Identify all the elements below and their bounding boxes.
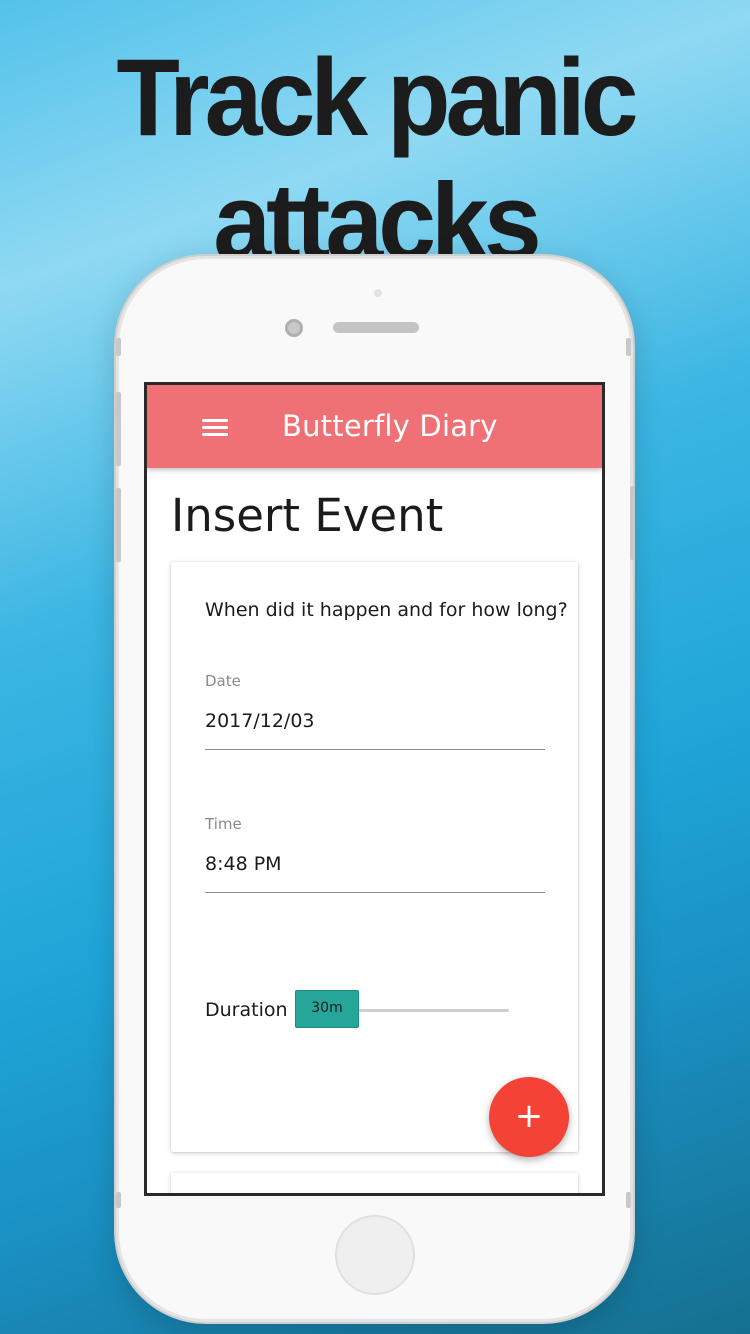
power-button-top [626, 338, 631, 356]
frame-notch-left [116, 1192, 121, 1208]
hamburger-menu-icon[interactable] [202, 419, 228, 437]
home-button[interactable] [335, 1215, 415, 1295]
time-label: Time [205, 815, 242, 833]
app-viewport: Butterfly Diary Insert Event When did it… [147, 385, 602, 1193]
earpiece-speaker [333, 322, 419, 333]
date-label: Date [205, 672, 241, 690]
event-form-card: When did it happen and for how long? Dat… [171, 562, 578, 1152]
sensor-dot [374, 289, 382, 297]
mute-switch [116, 338, 121, 356]
front-camera [285, 319, 303, 337]
time-field[interactable]: 8:48 PM [205, 851, 545, 893]
promo-headline: Track panic attacks [116, 37, 638, 284]
app-title: Butterfly Diary [282, 409, 498, 443]
frame-notch-right [626, 1192, 631, 1208]
duration-slider-thumb[interactable]: 30m [295, 990, 359, 1028]
form-question: When did it happen and for how long? [205, 599, 568, 621]
date-field[interactable]: 2017/12/03 [205, 708, 545, 750]
next-card [171, 1173, 578, 1193]
duration-label: Duration [205, 999, 288, 1021]
volume-up-button [116, 392, 121, 466]
app-bar: Butterfly Diary [147, 385, 602, 468]
add-event-button[interactable]: + [489, 1077, 569, 1157]
volume-down-button [116, 488, 121, 562]
page-title: Insert Event [171, 489, 444, 542]
phone-screen: Butterfly Diary Insert Event When did it… [144, 382, 605, 1196]
plus-icon: + [514, 1096, 544, 1136]
power-button [630, 486, 635, 560]
